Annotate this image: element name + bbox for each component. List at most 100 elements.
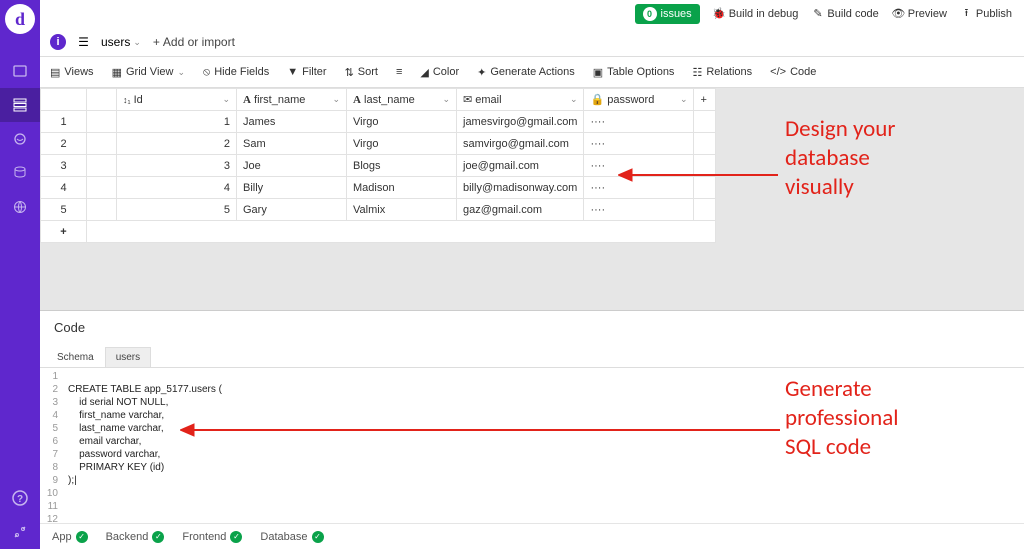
cell-password[interactable]: ····	[584, 133, 694, 155]
add-import-button[interactable]: + Add or import	[153, 35, 235, 49]
lock-icon: 🔒	[590, 94, 604, 106]
code-label: Code	[790, 66, 816, 78]
table-row[interactable]: 33JoeBlogsjoe@gmail.com····	[41, 155, 716, 177]
color-button[interactable]: ◢Color	[420, 66, 459, 79]
cell-empty	[694, 133, 716, 155]
publish-label: Publish	[976, 8, 1012, 20]
color-label: Color	[433, 66, 459, 78]
footer-frontend[interactable]: Frontend✓	[182, 531, 242, 543]
chevron-down-icon: ⌄	[177, 67, 185, 78]
filter-button[interactable]: ▼Filter	[287, 66, 326, 78]
cell-lastname[interactable]: Valmix	[347, 199, 457, 221]
table-row[interactable]: 44BillyMadisonbilly@madisonway.com····	[41, 177, 716, 199]
rows-icon: ≡	[396, 66, 402, 78]
preview-button[interactable]: 👁 Preview	[893, 8, 947, 20]
cell-lastname[interactable]: Blogs	[347, 155, 457, 177]
grid-view-button[interactable]: ▦Grid View⌄	[112, 66, 185, 79]
cell-password[interactable]: ····	[584, 111, 694, 133]
cell-password[interactable]: ····	[584, 199, 694, 221]
info-icon[interactable]: i	[50, 34, 66, 50]
sidebar-nav-database-icon[interactable]	[0, 88, 40, 122]
footer-app[interactable]: App✓	[52, 531, 88, 543]
tab-schema[interactable]: Schema	[46, 347, 105, 367]
table-selector[interactable]: users ⌄	[101, 35, 141, 49]
table-icon: ▣	[593, 66, 603, 79]
views-label: Views	[64, 66, 93, 78]
row-checkbox[interactable]	[87, 155, 117, 177]
cell-email[interactable]: jamesvirgo@gmail.com	[457, 111, 584, 133]
checkbox-header[interactable]	[87, 89, 117, 111]
cell-id[interactable]: 3	[117, 155, 237, 177]
sort-button[interactable]: ⇅Sort	[345, 66, 378, 79]
sidebar-nav-1[interactable]	[0, 54, 40, 88]
plus-icon: +	[153, 35, 160, 49]
col-id-label: Id	[134, 94, 143, 106]
table-row[interactable]: 22SamVirgosamvirgo@gmail.com····	[41, 133, 716, 155]
cell-email[interactable]: gaz@gmail.com	[457, 199, 584, 221]
col-header-password[interactable]: 🔒 password⌄	[584, 89, 694, 111]
table-row[interactable]: 55GaryValmixgaz@gmail.com····	[41, 199, 716, 221]
views-button[interactable]: ▤Views	[50, 66, 94, 79]
code-button[interactable]: </>Code	[770, 66, 816, 78]
row-checkbox[interactable]	[87, 111, 117, 133]
publish-button[interactable]: ⭱ Publish	[961, 8, 1012, 20]
cell-empty	[694, 199, 716, 221]
cell-id[interactable]: 5	[117, 199, 237, 221]
tab-users[interactable]: users	[105, 347, 151, 367]
arrow-top-icon	[618, 165, 778, 185]
row-checkbox[interactable]	[87, 133, 117, 155]
footer-database-label: Database	[260, 531, 307, 543]
cell-lastname[interactable]: Virgo	[347, 133, 457, 155]
cell-id[interactable]: 1	[117, 111, 237, 133]
sub-nav: i ☰ users ⌄ + Add or import	[40, 28, 1024, 56]
code-panel-header: Code	[40, 310, 1024, 344]
sidebar-settings-icon[interactable]	[0, 515, 40, 549]
cell-firstname[interactable]: Billy	[237, 177, 347, 199]
cell-lastname[interactable]: Madison	[347, 177, 457, 199]
cell-id[interactable]: 2	[117, 133, 237, 155]
cell-firstname[interactable]: Gary	[237, 199, 347, 221]
logo: d	[5, 4, 35, 34]
eye-off-icon: ⦸	[203, 66, 210, 79]
sidebar-nav-4[interactable]	[0, 156, 40, 190]
cell-firstname[interactable]: Joe	[237, 155, 347, 177]
add-column-button[interactable]: +	[694, 89, 716, 111]
cell-firstname[interactable]: James	[237, 111, 347, 133]
row-checkbox[interactable]	[87, 199, 117, 221]
cell-firstname[interactable]: Sam	[237, 133, 347, 155]
cell-email[interactable]: joe@gmail.com	[457, 155, 584, 177]
menu-icon[interactable]: ☰	[78, 37, 89, 48]
hide-fields-button[interactable]: ⦸Hide Fields	[203, 66, 269, 79]
cell-email[interactable]: samvirgo@gmail.com	[457, 133, 584, 155]
cell-lastname[interactable]: Virgo	[347, 111, 457, 133]
table-row[interactable]: 11JamesVirgojamesvirgo@gmail.com····	[41, 111, 716, 133]
rownum-header	[41, 89, 87, 111]
cell-id[interactable]: 4	[117, 177, 237, 199]
footer-frontend-label: Frontend	[182, 531, 226, 543]
footer-backend-label: Backend	[106, 531, 149, 543]
add-row-button[interactable]: +	[41, 221, 716, 243]
footer-backend[interactable]: Backend✓	[106, 531, 165, 543]
wand-icon: ✎	[812, 8, 823, 19]
check-icon: ✓	[76, 531, 88, 543]
build-debug-button[interactable]: 🐞 Build in debug	[714, 8, 799, 20]
table-options-button[interactable]: ▣Table Options	[593, 66, 675, 79]
footer-database[interactable]: Database✓	[260, 531, 323, 543]
sidebar-nav-globe-icon[interactable]	[0, 190, 40, 224]
filter-label: Filter	[302, 66, 326, 78]
relations-button[interactable]: ☷Relations	[692, 66, 752, 79]
col-header-id[interactable]: ↕₁ Id⌄	[117, 89, 237, 111]
generate-actions-button[interactable]: ✦Generate Actions	[477, 66, 575, 79]
check-icon: ✓	[152, 531, 164, 543]
annotation-top: Design your database visually	[785, 115, 895, 201]
row-height-button[interactable]: ≡	[396, 66, 402, 78]
build-code-button[interactable]: ✎ Build code	[812, 8, 878, 20]
sidebar-help-icon[interactable]: ?	[0, 481, 40, 515]
sidebar-nav-3[interactable]	[0, 122, 40, 156]
cell-email[interactable]: billy@madisonway.com	[457, 177, 584, 199]
col-header-email[interactable]: ✉ email⌄	[457, 89, 584, 111]
issues-button[interactable]: 0 issues	[635, 4, 700, 24]
col-header-firstname[interactable]: A first_name⌄	[237, 89, 347, 111]
col-header-lastname[interactable]: A last_name⌄	[347, 89, 457, 111]
row-checkbox[interactable]	[87, 177, 117, 199]
